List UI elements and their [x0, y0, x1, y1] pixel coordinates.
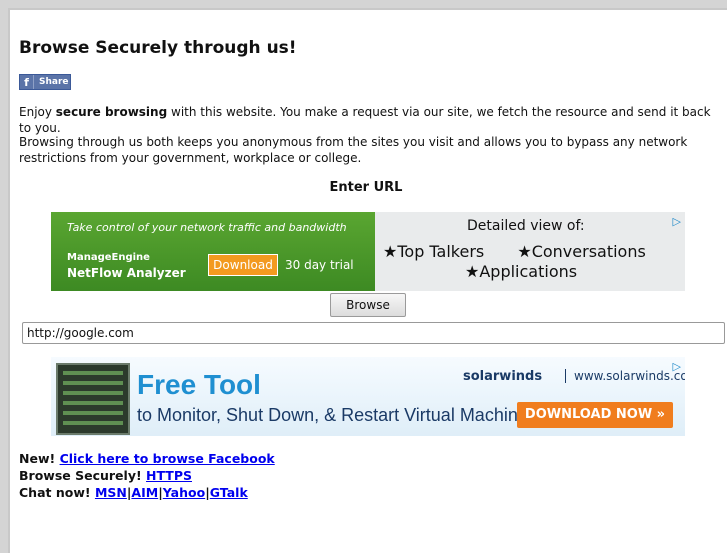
ad-brand: solarwinds — [463, 369, 543, 384]
ad-headline: Free Tool — [137, 369, 261, 400]
link-prefix: Browse Securely! — [19, 468, 142, 483]
link-prefix: New! — [19, 451, 56, 466]
intro-paragraph-2: Browsing through us both keeps you anony… — [19, 135, 688, 165]
share-label: Share — [39, 77, 69, 87]
ad-brand: ManageEngine — [67, 252, 150, 263]
netflow-ad-banner[interactable]: Take control of your network traffic and… — [51, 212, 685, 291]
page-frame: Browse Securely through us! f Share Enjo… — [8, 8, 727, 553]
ad-site: www.solarwinds.com — [565, 369, 685, 383]
ad-tagline: Take control of your network traffic and… — [67, 221, 347, 234]
gtalk-link[interactable]: GTalk — [210, 485, 248, 500]
ad-detail-title: Detailed view of: — [467, 218, 585, 234]
intro-paragraph-1: Enjoy secure browsing with this website.… — [19, 104, 719, 136]
page-title: Browse Securely through us! — [19, 38, 297, 58]
ad-download-button[interactable]: Download — [208, 254, 278, 276]
intro-text: Enjoy — [19, 105, 56, 119]
link-prefix: Chat now! — [19, 485, 91, 500]
ad-screenshot-image — [56, 363, 130, 435]
facebook-icon: f — [20, 75, 34, 89]
intro-emphasis: secure browsing — [55, 105, 168, 119]
ad-topic-label: Conversations — [531, 242, 646, 261]
ad-topic: ★Applications — [465, 262, 578, 281]
yahoo-link[interactable]: Yahoo — [163, 485, 205, 500]
ad-subheadline: to Monitor, Shut Down, & Restart Virtual… — [137, 405, 537, 425]
ad-product: NetFlow Analyzer — [67, 266, 186, 280]
ad-topic-list: ★Top Talkers ★Conversations ★Application… — [383, 242, 683, 282]
ad-choices-icon[interactable]: ▷ — [673, 360, 681, 373]
facebook-share-button[interactable]: f Share — [19, 74, 71, 90]
ad-topic: ★Top Talkers — [383, 242, 485, 261]
url-input[interactable] — [22, 322, 725, 344]
ad-download-now-button[interactable]: DOWNLOAD NOW » — [517, 402, 673, 428]
ad-choices-icon[interactable]: ▷ — [673, 215, 681, 228]
browse-now-button[interactable]: Browse Now! — [330, 293, 406, 334]
solarwinds-ad-banner[interactable]: Free Tool to Monitor, Shut Down, & Resta… — [51, 357, 685, 436]
facebook-link[interactable]: Click here to browse Facebook — [60, 451, 275, 466]
aim-link[interactable]: AIM — [131, 485, 158, 500]
ad-trial-text: 30 day trial — [285, 258, 354, 272]
https-link[interactable]: HTTPS — [146, 468, 192, 483]
ad-topic-label: Top Talkers — [397, 242, 485, 261]
quick-links: New! Click here to browse Facebook Brows… — [19, 450, 275, 501]
msn-link[interactable]: MSN — [95, 485, 127, 500]
ad-topic-label: Applications — [479, 262, 578, 281]
enter-url-heading: Enter URL — [329, 180, 403, 195]
ad-topic: ★Conversations — [517, 242, 646, 261]
